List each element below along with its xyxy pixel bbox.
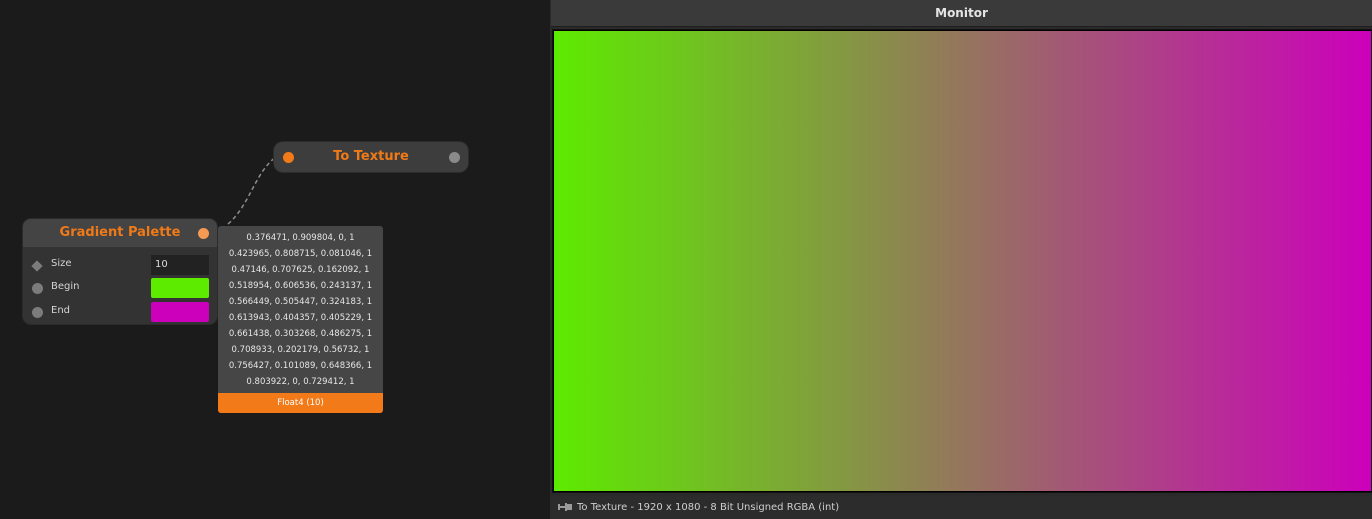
value-row: 0.708933, 0.202179, 0.56732, 1 [231,345,370,355]
value-row: 0.803922, 0, 0.729412, 1 [246,377,355,387]
gradient-palette-node[interactable]: Gradient Palette Size 10 Begin End [23,219,217,324]
monitor-panel: Monitor To Texture - 1920 x 1080 - 8 Bit… [550,0,1372,519]
param-label: End [51,305,71,316]
param-size: Size 10 [23,255,217,277]
monitor-status-text: To Texture - 1920 x 1080 - 8 Bit Unsigne… [577,502,840,513]
node-graph-canvas[interactable]: To Texture Gradient Palette Size 10 Begi… [0,0,550,519]
value-row: 0.518954, 0.606536, 0.243137, 1 [228,281,373,291]
value-row: 0.613943, 0.404357, 0.405229, 1 [228,313,373,323]
monitor-header[interactable]: Monitor [551,0,1372,27]
value-row: 0.376471, 0.909804, 0, 1 [246,233,355,243]
node-header[interactable]: Gradient Palette [23,219,217,247]
diamond-icon [31,260,43,272]
circle-icon[interactable] [32,307,43,318]
monitor-title: Monitor [935,6,988,20]
node-title: Gradient Palette [59,225,181,240]
begin-color-swatch[interactable] [151,278,209,298]
size-input[interactable]: 10 [151,255,209,275]
output-type-label: Float4 (10) [218,393,383,413]
texture-preview [554,31,1371,491]
param-begin: Begin [23,278,217,300]
monitor-status-bar: To Texture - 1920 x 1080 - 8 Bit Unsigne… [551,496,1372,519]
output-port-icon[interactable] [198,228,209,239]
output-port-icon[interactable] [449,152,460,163]
value-row: 0.47146, 0.707625, 0.162092, 1 [231,265,370,275]
value-row: 0.566449, 0.505447, 0.324183, 1 [228,297,373,307]
monitor-viewport[interactable] [552,29,1372,493]
value-row: 0.423965, 0.808715, 0.081046, 1 [228,249,373,259]
value-row: 0.756427, 0.101089, 0.648366, 1 [228,361,373,371]
pin-icon[interactable] [558,502,572,512]
to-texture-node[interactable]: To Texture [274,142,468,172]
output-values-preview: 0.376471, 0.909804, 0, 1 0.423965, 0.808… [218,226,383,413]
node-title: To Texture [333,149,409,164]
value-row: 0.661438, 0.303268, 0.486275, 1 [228,329,373,339]
param-label: Begin [51,281,80,292]
param-label: Size [51,258,72,269]
end-color-swatch[interactable] [151,302,209,322]
circle-icon[interactable] [32,283,43,294]
param-end: End [23,302,217,324]
